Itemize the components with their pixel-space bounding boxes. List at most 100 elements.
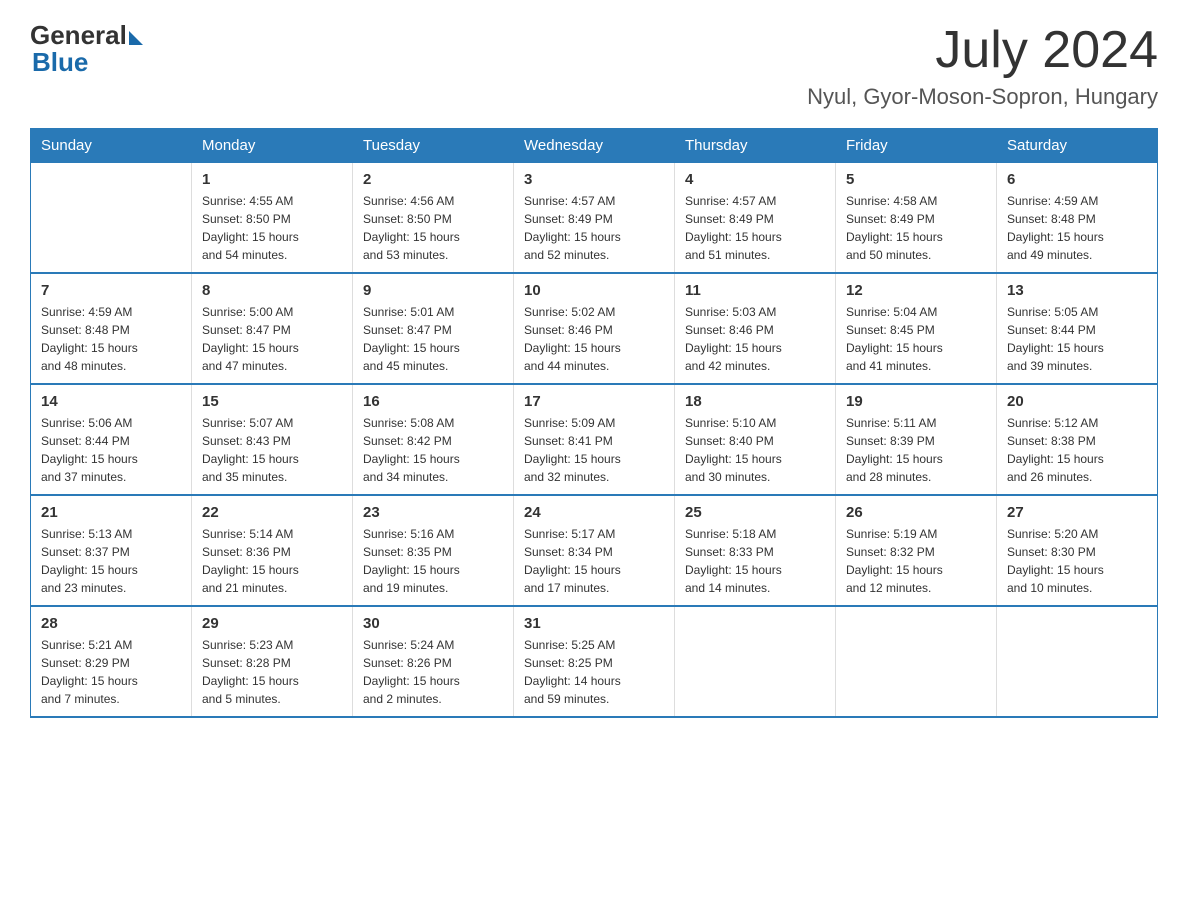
week-row-4: 21 Sunrise: 5:13 AM Sunset: 8:37 PM Dayli… — [31, 495, 1158, 606]
day-info: Sunrise: 5:07 AM Sunset: 8:43 PM Dayligh… — [202, 414, 342, 486]
day-number: 25 — [685, 504, 825, 521]
day-info: Sunrise: 5:02 AM Sunset: 8:46 PM Dayligh… — [524, 303, 664, 375]
day-number: 1 — [202, 171, 342, 188]
day-info: Sunrise: 5:23 AM Sunset: 8:28 PM Dayligh… — [202, 636, 342, 708]
day-cell: 4Sunrise: 4:57 AM Sunset: 8:49 PM Daylig… — [675, 163, 836, 274]
day-info: Sunrise: 5:18 AM Sunset: 8:33 PM Dayligh… — [685, 525, 825, 597]
day-cell: 7 Sunrise: 4:59 AM Sunset: 8:48 PM Daylig… — [31, 273, 192, 384]
header-sunday: Sunday — [31, 129, 192, 163]
header-saturday: Saturday — [997, 129, 1158, 163]
day-number: 6 — [1007, 171, 1147, 188]
header-thursday: Thursday — [675, 129, 836, 163]
day-cell: 23 Sunrise: 5:16 AM Sunset: 8:35 PM Dayli… — [353, 495, 514, 606]
day-number: 13 — [1007, 282, 1147, 299]
day-number: 19 — [846, 393, 986, 410]
day-info: Sunrise: 4:59 AM Sunset: 8:48 PM Dayligh… — [41, 303, 181, 375]
day-cell: 26 Sunrise: 5:19 AM Sunset: 8:32 PM Dayli… — [836, 495, 997, 606]
week-row-5: 28 Sunrise: 5:21 AM Sunset: 8:29 PM Dayli… — [31, 606, 1158, 717]
header-wednesday: Wednesday — [514, 129, 675, 163]
title-block: July 2024 Nyul, Gyor-Moson-Sopron, Hunga… — [807, 20, 1158, 110]
day-info: Sunrise: 5:06 AM Sunset: 8:44 PM Dayligh… — [41, 414, 181, 486]
day-cell — [675, 606, 836, 717]
day-cell: 31Sunrise: 5:25 AM Sunset: 8:25 PM Dayli… — [514, 606, 675, 717]
day-info: Sunrise: 5:05 AM Sunset: 8:44 PM Dayligh… — [1007, 303, 1147, 375]
day-cell: 10Sunrise: 5:02 AM Sunset: 8:46 PM Dayli… — [514, 273, 675, 384]
day-cell: 24 Sunrise: 5:17 AM Sunset: 8:34 PM Dayli… — [514, 495, 675, 606]
day-number: 22 — [202, 504, 342, 521]
day-cell: 14 Sunrise: 5:06 AM Sunset: 8:44 PM Dayli… — [31, 384, 192, 495]
day-cell: 1 Sunrise: 4:55 AM Sunset: 8:50 PM Daylig… — [192, 163, 353, 274]
week-row-3: 14 Sunrise: 5:06 AM Sunset: 8:44 PM Dayli… — [31, 384, 1158, 495]
day-info: Sunrise: 5:01 AM Sunset: 8:47 PM Dayligh… — [363, 303, 503, 375]
day-info: Sunrise: 5:09 AM Sunset: 8:41 PM Dayligh… — [524, 414, 664, 486]
day-cell: 22 Sunrise: 5:14 AM Sunset: 8:36 PM Dayli… — [192, 495, 353, 606]
day-info: Sunrise: 5:00 AM Sunset: 8:47 PM Dayligh… — [202, 303, 342, 375]
day-number: 14 — [41, 393, 181, 410]
day-info: Sunrise: 5:04 AM Sunset: 8:45 PM Dayligh… — [846, 303, 986, 375]
day-number: 24 — [524, 504, 664, 521]
location-title: Nyul, Gyor-Moson-Sopron, Hungary — [807, 84, 1158, 110]
day-info: Sunrise: 4:56 AM Sunset: 8:50 PM Dayligh… — [363, 192, 503, 264]
day-info: Sunrise: 5:16 AM Sunset: 8:35 PM Dayligh… — [363, 525, 503, 597]
day-number: 2 — [363, 171, 503, 188]
day-number: 4 — [685, 171, 825, 188]
day-number: 18 — [685, 393, 825, 410]
day-number: 28 — [41, 615, 181, 632]
day-number: 26 — [846, 504, 986, 521]
day-cell: 9 Sunrise: 5:01 AM Sunset: 8:47 PM Daylig… — [353, 273, 514, 384]
day-cell: 21 Sunrise: 5:13 AM Sunset: 8:37 PM Dayli… — [31, 495, 192, 606]
day-info: Sunrise: 5:08 AM Sunset: 8:42 PM Dayligh… — [363, 414, 503, 486]
day-cell — [836, 606, 997, 717]
day-cell — [997, 606, 1158, 717]
day-cell: 6 Sunrise: 4:59 AM Sunset: 8:48 PM Daylig… — [997, 163, 1158, 274]
day-info: Sunrise: 5:03 AM Sunset: 8:46 PM Dayligh… — [685, 303, 825, 375]
day-number: 7 — [41, 282, 181, 299]
day-number: 31 — [524, 615, 664, 632]
day-cell: 16 Sunrise: 5:08 AM Sunset: 8:42 PM Dayli… — [353, 384, 514, 495]
day-cell — [31, 163, 192, 274]
header-monday: Monday — [192, 129, 353, 163]
day-cell: 3 Sunrise: 4:57 AM Sunset: 8:49 PM Daylig… — [514, 163, 675, 274]
day-number: 3 — [524, 171, 664, 188]
day-cell: 27Sunrise: 5:20 AM Sunset: 8:30 PM Dayli… — [997, 495, 1158, 606]
day-number: 17 — [524, 393, 664, 410]
day-info: Sunrise: 4:57 AM Sunset: 8:49 PM Dayligh… — [524, 192, 664, 264]
day-info: Sunrise: 5:17 AM Sunset: 8:34 PM Dayligh… — [524, 525, 664, 597]
day-info: Sunrise: 5:10 AM Sunset: 8:40 PM Dayligh… — [685, 414, 825, 486]
day-info: Sunrise: 5:13 AM Sunset: 8:37 PM Dayligh… — [41, 525, 181, 597]
day-info: Sunrise: 5:21 AM Sunset: 8:29 PM Dayligh… — [41, 636, 181, 708]
day-number: 8 — [202, 282, 342, 299]
day-number: 23 — [363, 504, 503, 521]
day-info: Sunrise: 4:55 AM Sunset: 8:50 PM Dayligh… — [202, 192, 342, 264]
week-row-1: 1 Sunrise: 4:55 AM Sunset: 8:50 PM Daylig… — [31, 163, 1158, 274]
day-cell: 11 Sunrise: 5:03 AM Sunset: 8:46 PM Dayli… — [675, 273, 836, 384]
logo-arrow-icon — [129, 31, 143, 45]
day-cell: 20Sunrise: 5:12 AM Sunset: 8:38 PM Dayli… — [997, 384, 1158, 495]
day-number: 29 — [202, 615, 342, 632]
header-row: SundayMondayTuesdayWednesdayThursdayFrid… — [31, 129, 1158, 163]
logo-blue-text: Blue — [32, 47, 88, 78]
day-info: Sunrise: 5:14 AM Sunset: 8:36 PM Dayligh… — [202, 525, 342, 597]
day-number: 5 — [846, 171, 986, 188]
day-number: 21 — [41, 504, 181, 521]
day-cell: 2 Sunrise: 4:56 AM Sunset: 8:50 PM Daylig… — [353, 163, 514, 274]
month-title: July 2024 — [807, 20, 1158, 80]
page-header: General Blue July 2024 Nyul, Gyor-Moson-… — [30, 20, 1158, 110]
day-info: Sunrise: 5:11 AM Sunset: 8:39 PM Dayligh… — [846, 414, 986, 486]
week-row-2: 7 Sunrise: 4:59 AM Sunset: 8:48 PM Daylig… — [31, 273, 1158, 384]
calendar-table: SundayMondayTuesdayWednesdayThursdayFrid… — [30, 128, 1158, 718]
day-number: 12 — [846, 282, 986, 299]
day-number: 16 — [363, 393, 503, 410]
day-number: 11 — [685, 282, 825, 299]
day-cell: 15Sunrise: 5:07 AM Sunset: 8:43 PM Dayli… — [192, 384, 353, 495]
day-info: Sunrise: 5:12 AM Sunset: 8:38 PM Dayligh… — [1007, 414, 1147, 486]
day-info: Sunrise: 5:19 AM Sunset: 8:32 PM Dayligh… — [846, 525, 986, 597]
day-cell: 29 Sunrise: 5:23 AM Sunset: 8:28 PM Dayli… — [192, 606, 353, 717]
header-tuesday: Tuesday — [353, 129, 514, 163]
day-info: Sunrise: 4:59 AM Sunset: 8:48 PM Dayligh… — [1007, 192, 1147, 264]
day-cell: 28 Sunrise: 5:21 AM Sunset: 8:29 PM Dayli… — [31, 606, 192, 717]
day-number: 9 — [363, 282, 503, 299]
day-number: 27 — [1007, 504, 1147, 521]
day-cell: 12 Sunrise: 5:04 AM Sunset: 8:45 PM Dayli… — [836, 273, 997, 384]
day-cell: 5Sunrise: 4:58 AM Sunset: 8:49 PM Daylig… — [836, 163, 997, 274]
